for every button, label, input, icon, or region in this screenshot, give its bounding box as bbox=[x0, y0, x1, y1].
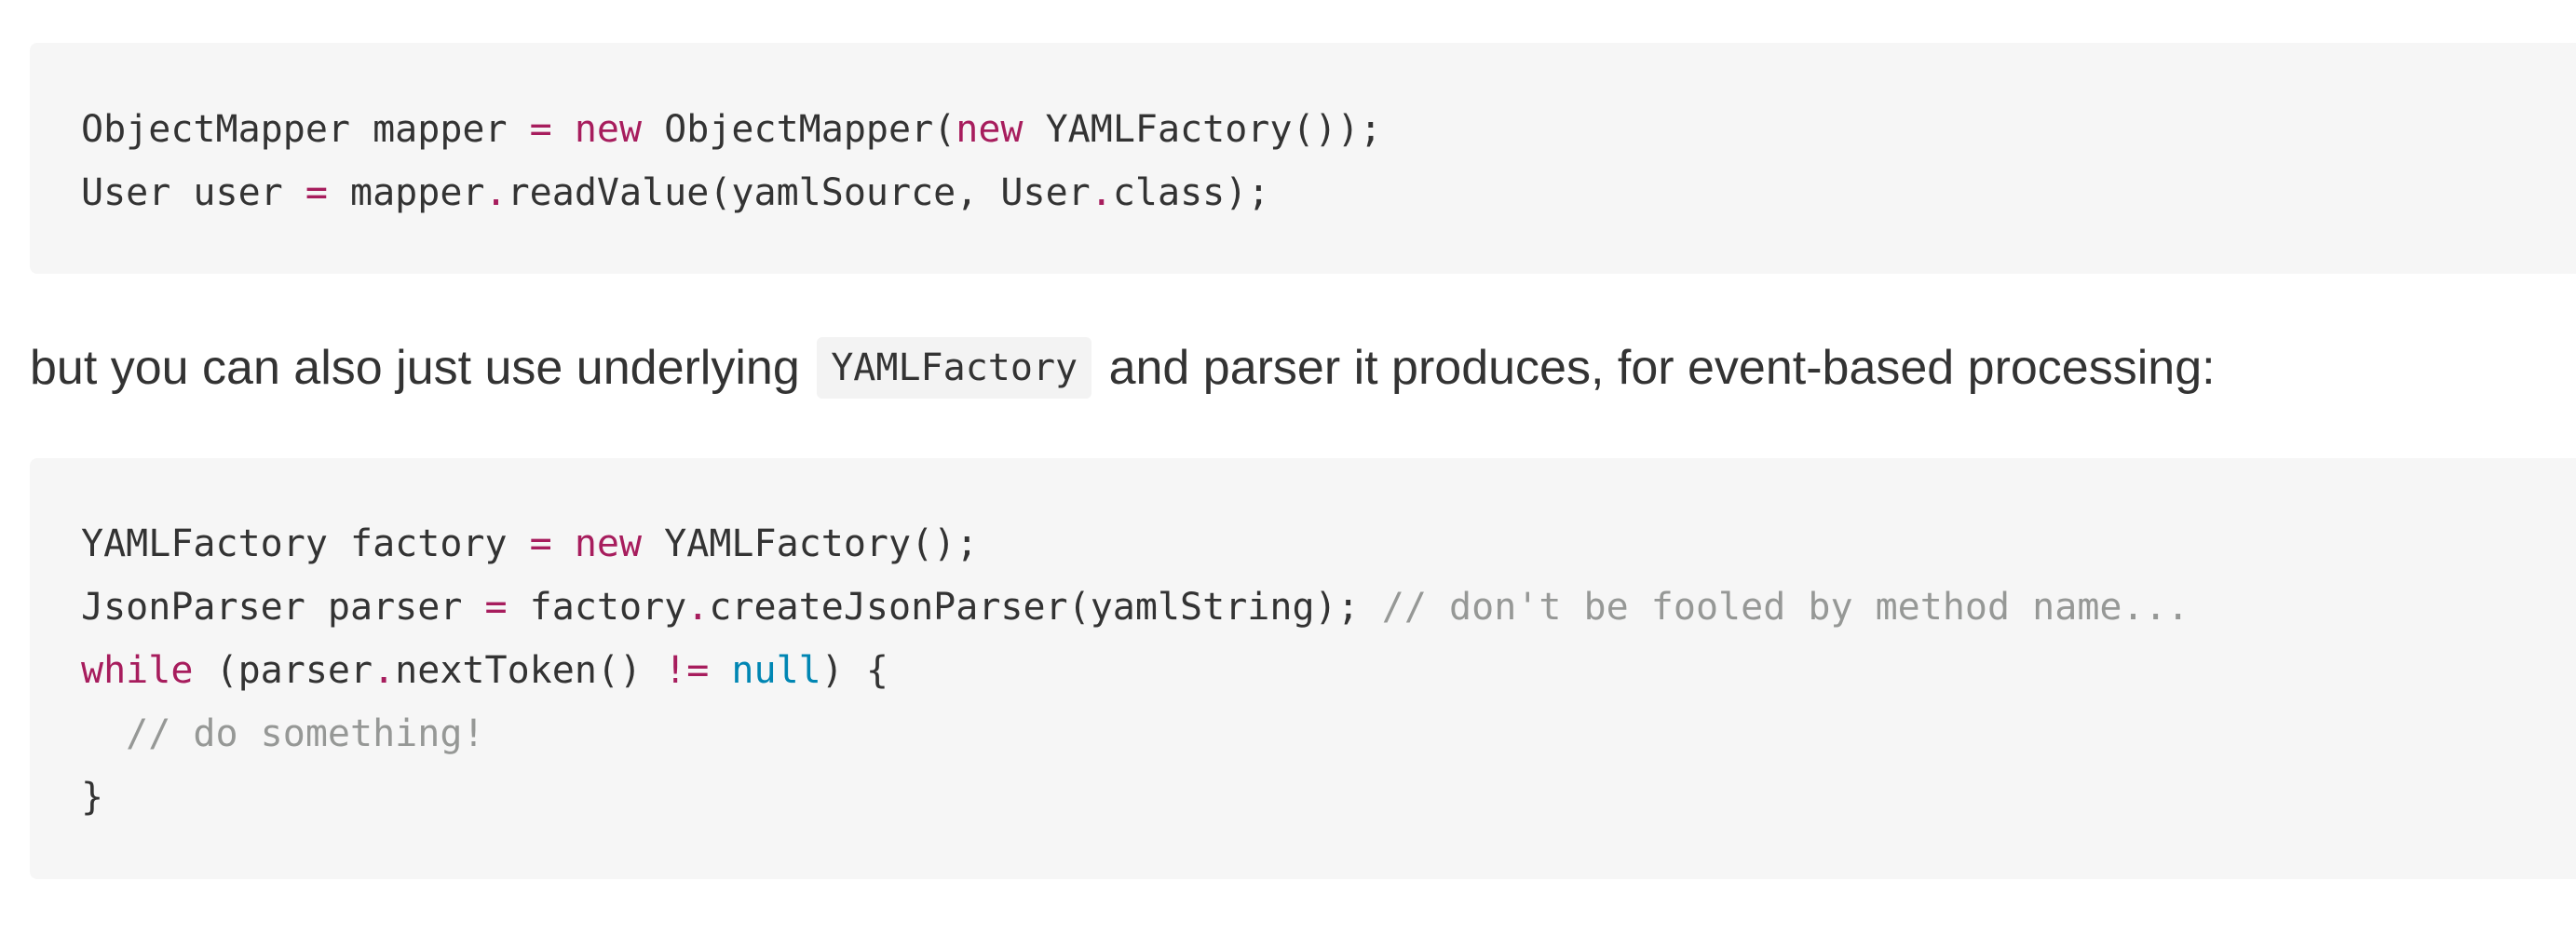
code-token-op: = bbox=[529, 522, 552, 565]
code-token-kw: while bbox=[81, 649, 194, 692]
inline-code-yamlfactory: YAMLFactory bbox=[817, 337, 1092, 399]
paragraph-text-after: and parser it produces, for event-based … bbox=[1108, 341, 2216, 395]
code-token-comment: // do something! bbox=[126, 712, 485, 755]
code-block-event-parsing: YAMLFactory factory = new YAMLFactory();… bbox=[30, 458, 2576, 879]
code-line: ObjectMapper mapper = new ObjectMapper(n… bbox=[81, 98, 2576, 161]
code-token-op: . bbox=[373, 649, 396, 692]
code-line: JsonParser parser = factory.createJsonPa… bbox=[81, 576, 2576, 639]
paragraph: but you can also just use underlying YAM… bbox=[30, 331, 2216, 405]
code-token-op: = bbox=[529, 108, 552, 151]
code-token-plain: mapper bbox=[327, 171, 485, 214]
code-token-plain: class); bbox=[1112, 171, 1270, 214]
code-token-plain: ) { bbox=[820, 649, 888, 692]
code-token-plain: ObjectMapper mapper bbox=[81, 108, 530, 151]
paragraph-text-before: but you can also just use underlying bbox=[30, 341, 800, 395]
code-token-op: != bbox=[664, 649, 710, 692]
code-token-kw: new bbox=[956, 108, 1024, 151]
code-token-comment: // don't be fooled by method name... bbox=[1381, 586, 2190, 629]
code-token-plain: (parser bbox=[193, 649, 373, 692]
code-token-op: . bbox=[1090, 171, 1113, 214]
code-line: User user = mapper.readValue(yamlSource,… bbox=[81, 161, 2576, 224]
code-token-plain: JsonParser parser bbox=[81, 586, 485, 629]
code-token-op: = bbox=[305, 171, 328, 214]
code-token-kw: new bbox=[574, 522, 643, 565]
code-token-op: = bbox=[484, 586, 508, 629]
code-token-plain: createJsonParser(yamlString); bbox=[709, 586, 1382, 629]
code-token-plain: nextToken() bbox=[395, 649, 665, 692]
code-token-plain: YAMLFactory()); bbox=[1023, 108, 1382, 151]
code-block-object-mapper: ObjectMapper mapper = new ObjectMapper(n… bbox=[30, 43, 2576, 274]
code-token-plain: ObjectMapper( bbox=[642, 108, 956, 151]
code-token-plain: } bbox=[81, 776, 104, 819]
code-token-plain: readValue(yamlSource, User bbox=[507, 171, 1091, 214]
code-token-plain: User user bbox=[81, 171, 305, 214]
code-token-plain: YAMLFactory(); bbox=[642, 522, 979, 565]
code-token-plain: factory bbox=[507, 586, 687, 629]
code-token-const: null bbox=[731, 649, 821, 692]
code-line: YAMLFactory factory = new YAMLFactory(); bbox=[81, 512, 2576, 576]
code-token-kw: new bbox=[574, 108, 643, 151]
code-line: // do something! bbox=[81, 702, 2576, 766]
code-token-op: . bbox=[686, 586, 710, 629]
code-token-op: . bbox=[484, 171, 508, 214]
code-line: } bbox=[81, 766, 2576, 829]
code-token-plain: YAMLFactory factory bbox=[81, 522, 530, 565]
code-line: while (parser.nextToken() != null) { bbox=[81, 639, 2576, 702]
